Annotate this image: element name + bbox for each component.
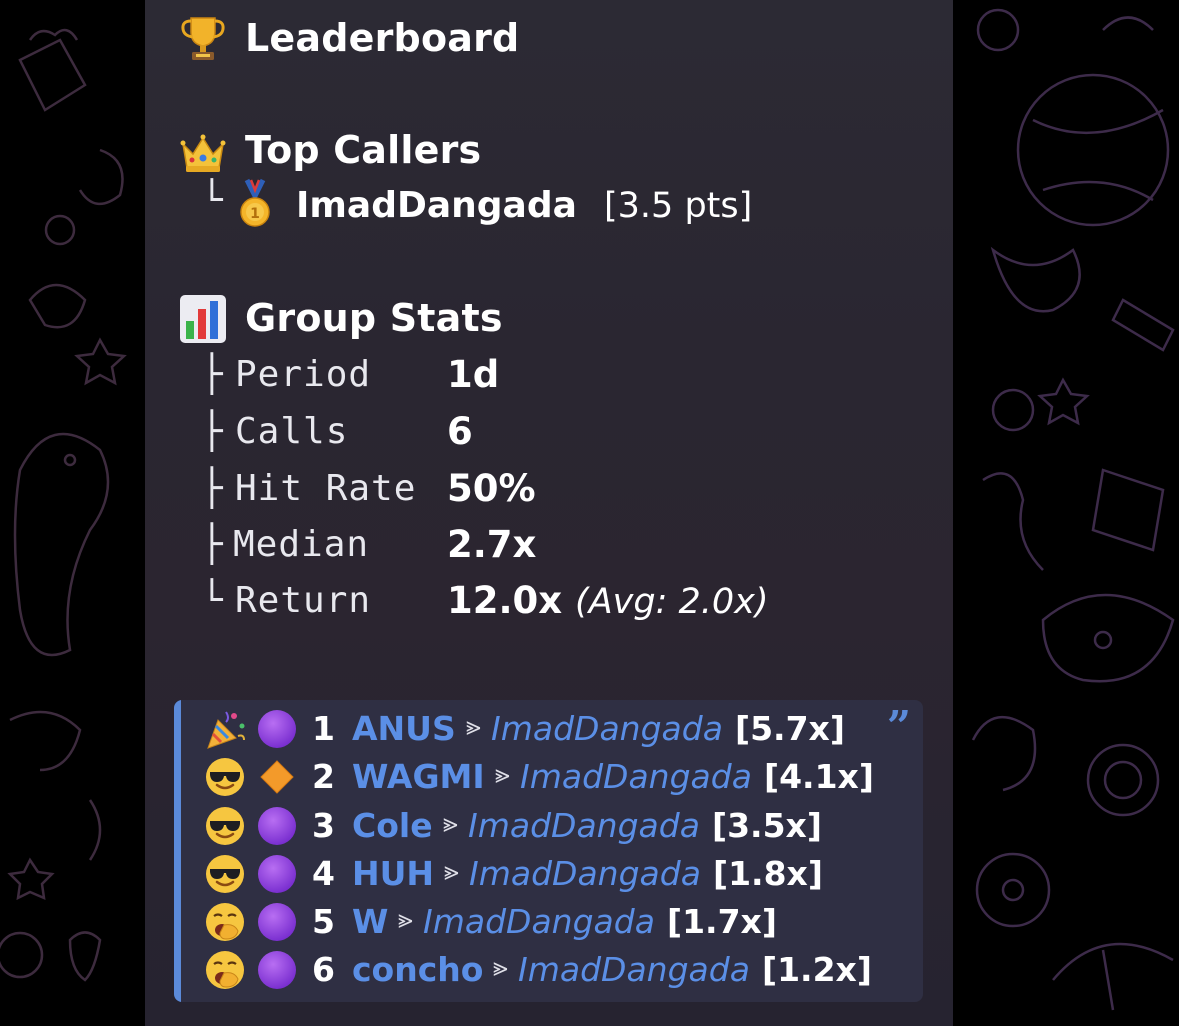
call-ticker-link[interactable]: HUH bbox=[352, 854, 434, 893]
tree-branch: ├ bbox=[201, 524, 223, 565]
call-separator: ⪢ bbox=[495, 760, 510, 790]
call-row: 3 Cole ⪢ ImadDangada [3.5x] bbox=[174, 801, 923, 849]
call-row: 5 W ⪢ ImadDangada [1.7x] bbox=[174, 897, 923, 945]
call-rank: 3 bbox=[312, 806, 335, 845]
call-row: 2 WAGMI ⪢ ImadDangada [4.1x] bbox=[174, 752, 923, 800]
call-separator: ⪢ bbox=[466, 712, 481, 742]
stat-label-period: Period bbox=[235, 354, 372, 395]
stat-value-return: 12.0x (Avg: 2.0x) bbox=[447, 579, 769, 622]
call-multiple: [3.5x] bbox=[712, 806, 822, 845]
call-caller-link[interactable]: ImadDangada bbox=[469, 854, 701, 893]
orange-diamond-icon bbox=[256, 756, 298, 798]
sunglasses-face-icon bbox=[204, 805, 246, 847]
stat-value-return-average: (Avg: 2.0x) bbox=[575, 582, 769, 622]
call-multiple: [5.7x] bbox=[735, 709, 845, 748]
call-caller-link[interactable]: ImadDangada bbox=[423, 902, 655, 941]
stat-label-hit-rate: Hit Rate bbox=[235, 468, 417, 509]
bar-chart-icon bbox=[180, 295, 226, 343]
yawning-face-icon bbox=[204, 949, 246, 991]
call-separator: ⪢ bbox=[398, 905, 413, 935]
tree-branch: └ bbox=[201, 180, 223, 221]
crown-icon bbox=[180, 134, 226, 172]
gold-medal-icon: 1 bbox=[240, 178, 270, 227]
call-rank: 6 bbox=[312, 950, 335, 989]
purple-circle-icon bbox=[256, 901, 298, 943]
call-ticker-link[interactable]: concho bbox=[352, 950, 483, 989]
call-ticker-link[interactable]: WAGMI bbox=[352, 757, 485, 796]
call-multiple: [1.2x] bbox=[762, 950, 872, 989]
svg-text:1: 1 bbox=[250, 206, 260, 222]
stat-value-median: 2.7x bbox=[447, 523, 537, 566]
party-popper-icon bbox=[204, 708, 246, 750]
call-rank: 2 bbox=[312, 757, 335, 796]
call-ticker-link[interactable]: Cole bbox=[352, 806, 433, 845]
page-title: Leaderboard bbox=[245, 16, 520, 60]
tree-branch: └ bbox=[201, 580, 223, 621]
call-multiple: [4.1x] bbox=[764, 757, 874, 796]
call-row: 1 ANUS ⪢ ImadDangada [5.7x] bbox=[174, 704, 923, 752]
group-stats-heading: Group Stats bbox=[245, 296, 503, 340]
call-rank: 1 bbox=[312, 709, 335, 748]
stat-value-return-number: 12.0x bbox=[447, 579, 563, 622]
stat-value-period: 1d bbox=[447, 353, 500, 396]
call-ticker-link[interactable]: ANUS bbox=[352, 709, 456, 748]
call-row: 6 concho ⪢ ImadDangada [1.2x] bbox=[174, 945, 923, 993]
tree-branch: ├ bbox=[201, 354, 223, 395]
message-bubble: Leaderboard Top Callers └ 1 ImadDangada … bbox=[145, 0, 953, 1026]
call-rank: 5 bbox=[312, 902, 335, 941]
top-caller-points: [3.5 pts] bbox=[604, 186, 753, 226]
purple-circle-icon bbox=[256, 949, 298, 991]
call-caller-link[interactable]: ImadDangada bbox=[520, 757, 752, 796]
top-caller-name[interactable]: ImadDangada bbox=[296, 185, 577, 226]
top-callers-heading: Top Callers bbox=[245, 128, 482, 172]
trophy-icon bbox=[181, 17, 225, 60]
call-caller-link[interactable]: ImadDangada bbox=[518, 950, 750, 989]
purple-circle-icon bbox=[256, 853, 298, 895]
stat-value-hit-rate: 50% bbox=[447, 467, 536, 510]
call-caller-link[interactable]: ImadDangada bbox=[468, 806, 700, 845]
purple-circle-icon bbox=[256, 708, 298, 750]
stat-label-median: Median bbox=[233, 524, 370, 565]
tree-branch: ├ bbox=[201, 468, 223, 509]
tree-branch: ├ bbox=[201, 411, 223, 452]
call-separator: ⪢ bbox=[493, 953, 508, 983]
call-separator: ⪢ bbox=[444, 857, 459, 887]
chat-wallpaper-right bbox=[953, 0, 1179, 1026]
chat-wallpaper-left bbox=[0, 0, 145, 1026]
call-multiple: [1.8x] bbox=[713, 854, 823, 893]
calls-list: 1 ANUS ⪢ ImadDangada [5.7x] 2 WAGMI ⪢ ImadDangad… bbox=[174, 700, 923, 1002]
call-separator: ⪢ bbox=[443, 809, 458, 839]
call-ticker-link[interactable]: W bbox=[352, 902, 388, 941]
stat-label-return: Return bbox=[235, 580, 372, 621]
stat-value-calls: 6 bbox=[447, 410, 473, 453]
purple-circle-icon bbox=[256, 805, 298, 847]
call-multiple: [1.7x] bbox=[667, 902, 777, 941]
stat-label-calls: Calls bbox=[235, 411, 349, 452]
call-caller-link[interactable]: ImadDangada bbox=[491, 709, 723, 748]
yawning-face-icon bbox=[204, 901, 246, 943]
call-rank: 4 bbox=[312, 854, 335, 893]
call-row: 4 HUH ⪢ ImadDangada [1.8x] bbox=[174, 849, 923, 897]
sunglasses-face-icon bbox=[204, 756, 246, 798]
sunglasses-face-icon bbox=[204, 853, 246, 895]
